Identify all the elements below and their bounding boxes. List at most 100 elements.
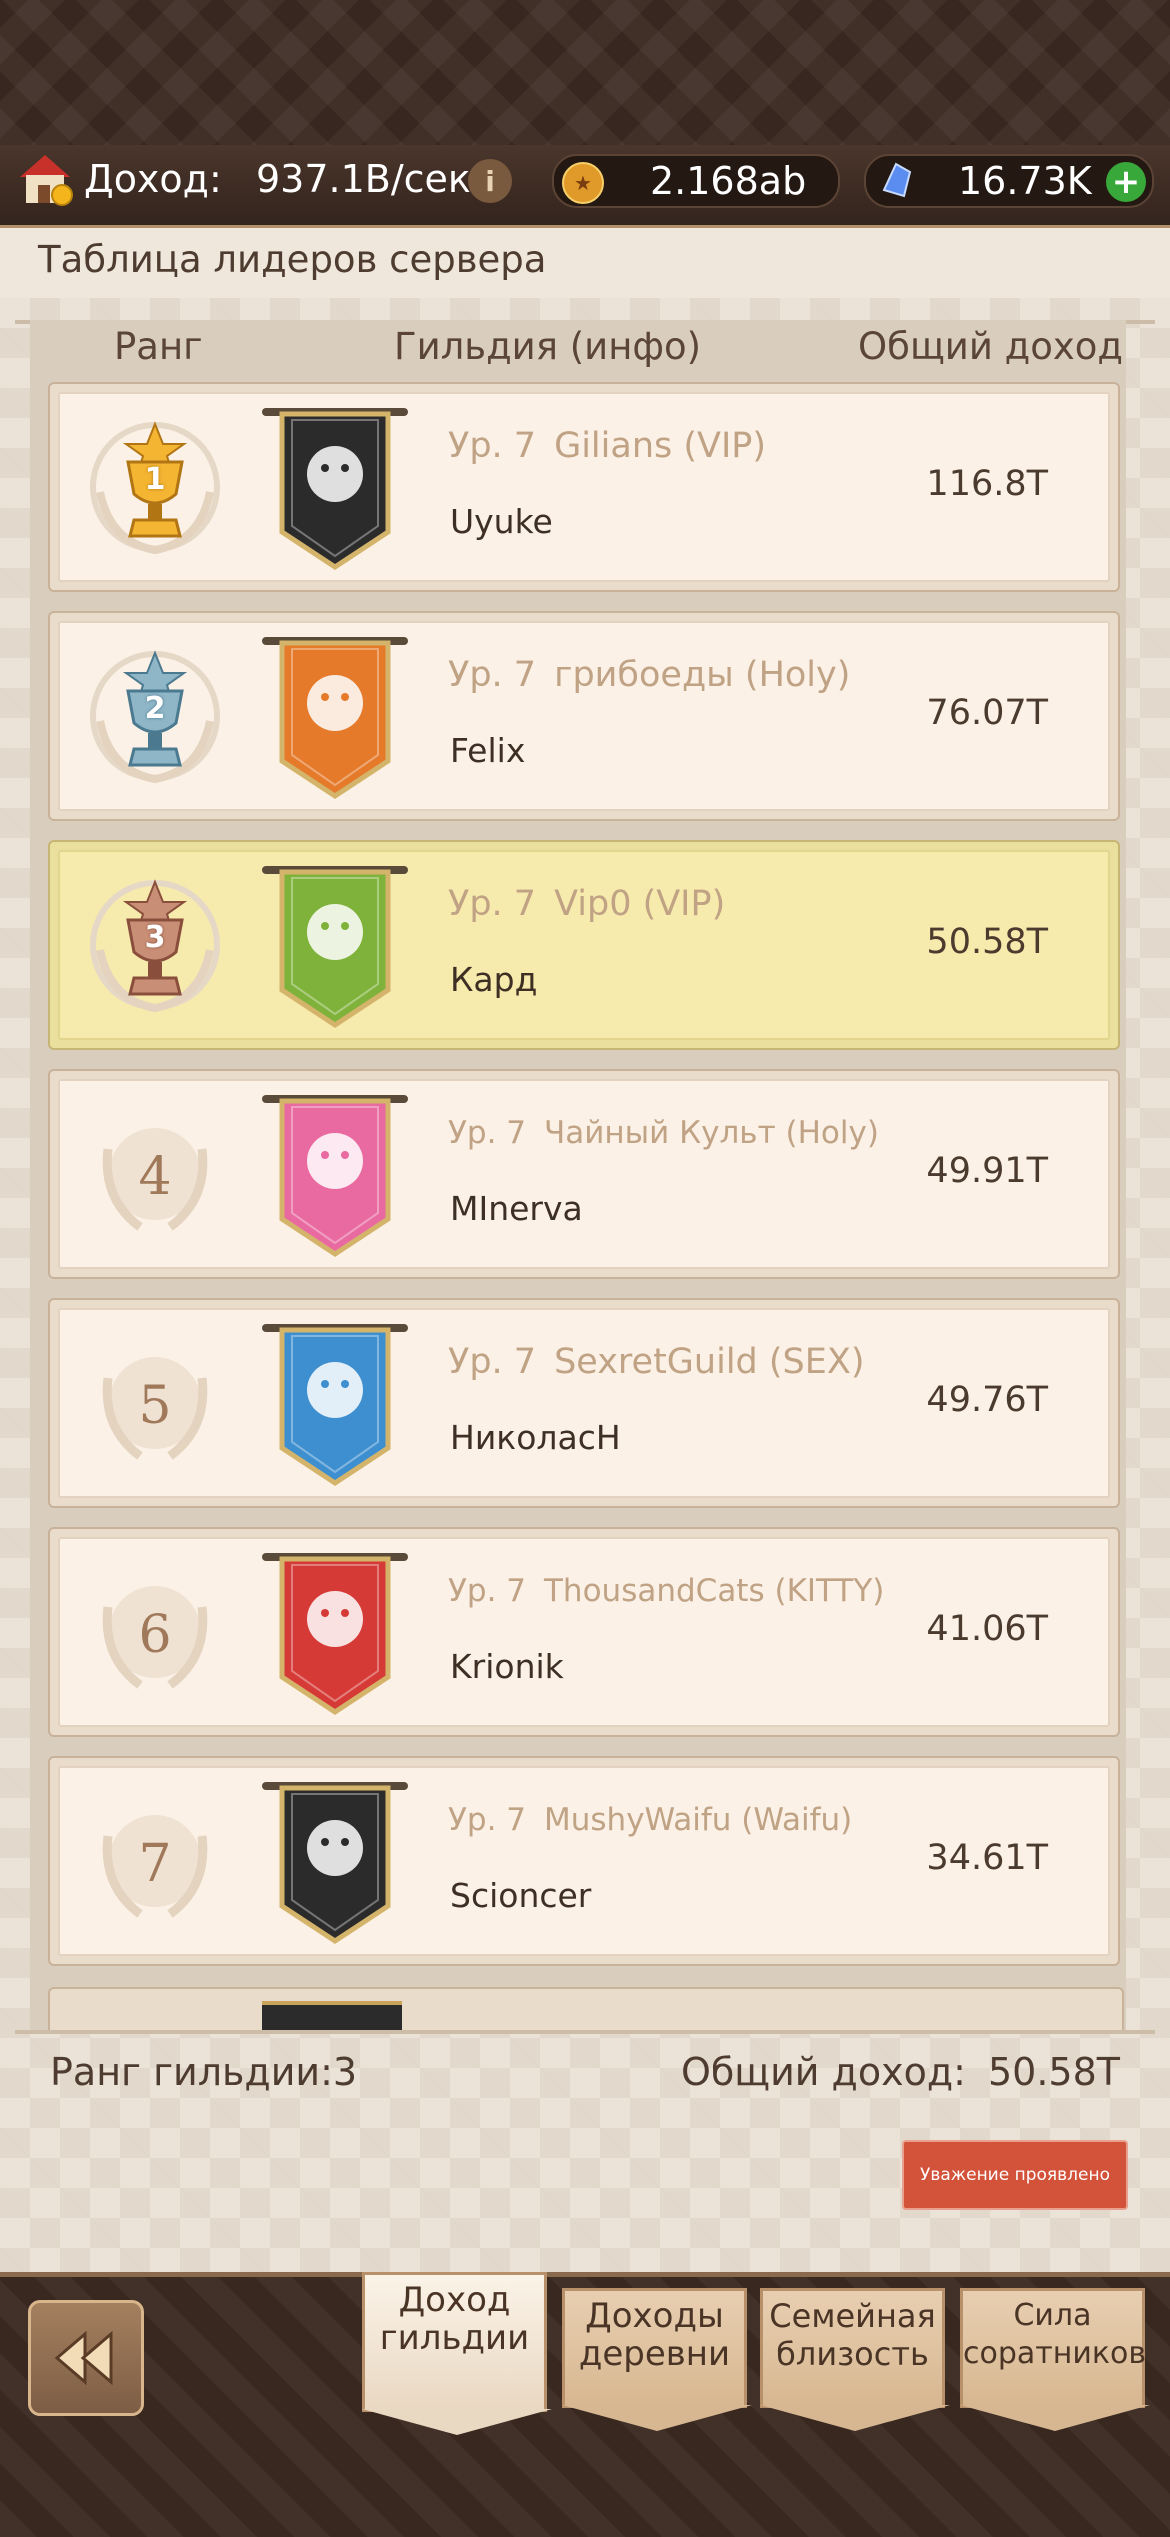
- guild-level: Ур. 7: [448, 1115, 526, 1151]
- trophy-icon: 3: [80, 870, 230, 1020]
- top-background: [0, 0, 1170, 145]
- trophy-icon: 1: [80, 412, 230, 562]
- guild-name[interactable]: Ур. 7 Vip0 (VIP): [448, 884, 725, 924]
- guild-name[interactable]: Ур. 7 SexretGuild (SEX): [448, 1342, 865, 1382]
- partial-row: [48, 1987, 1124, 2030]
- guild-leader: Krionik: [450, 1647, 564, 1686]
- guild-leader: Scioncer: [450, 1876, 592, 1915]
- guild-income: 49.91T: [926, 1151, 1048, 1191]
- laurel-icon: 7: [80, 1786, 230, 1936]
- rank-number: 3: [144, 920, 166, 955]
- guild-name[interactable]: Ур. 7 MushyWaifu (Waifu): [448, 1802, 852, 1838]
- add-gems-icon[interactable]: +: [1106, 162, 1146, 202]
- guild-banner-icon[interactable]: [260, 860, 410, 1030]
- tab-line2: близость: [776, 2335, 929, 2373]
- guild-banner-icon[interactable]: [260, 1318, 410, 1488]
- tab-line2: гильдии: [379, 2318, 530, 2358]
- guild-leader: НиколасН: [450, 1418, 621, 1457]
- laurel-icon: 6: [80, 1557, 230, 1707]
- guild-income: 50.58T: [926, 922, 1048, 962]
- guild-title: SexretGuild (SEX): [554, 1342, 865, 1382]
- respect-button[interactable]: Уважение проявлено: [902, 2140, 1128, 2210]
- rank-number: 4: [138, 1147, 172, 1207]
- guild-title: Vip0 (VIP): [554, 884, 726, 924]
- back-button[interactable]: [28, 2300, 144, 2416]
- tab-line1: Семейная: [769, 2297, 936, 2335]
- guild-title: Gilians (VIP): [554, 426, 767, 466]
- leaderboard-row-highlighted[interactable]: 3 Ур. 7 Vip0 (VIP) Кард 50.58T: [48, 840, 1120, 1050]
- trophy-icon: 2: [80, 641, 230, 791]
- guild-banner-icon[interactable]: [260, 1776, 410, 1946]
- resource-bar: Доход: 937.1B/сек i ★ 2.168ab 16.73K +: [0, 145, 1170, 229]
- tab-comrades-power[interactable]: Сила соратников: [960, 2288, 1150, 2431]
- guild-name[interactable]: Ур. 7 Чайный Культ (Holy): [448, 1115, 879, 1151]
- guild-banner-icon[interactable]: [260, 402, 410, 572]
- guild-income: 116.8T: [926, 464, 1048, 504]
- header-guild: Гильдия (инфо): [394, 325, 702, 368]
- tab-family-closeness[interactable]: Семейная близость: [760, 2288, 950, 2431]
- leaderboard-row[interactable]: 2 Ур. 7 грибоеды (Holy) Felix 76.07T: [48, 611, 1120, 821]
- guild-level: Ур. 7: [448, 1573, 526, 1609]
- guild-level: Ур. 7: [448, 1802, 526, 1838]
- guild-title: ThousandCats (KITTY): [544, 1573, 885, 1609]
- guild-income: 34.61T: [926, 1838, 1048, 1878]
- tab-line1: Сила: [1013, 2298, 1092, 2333]
- leaderboard-row[interactable]: 4 Ур. 7 Чайный Культ (Holy) MInerva 49.91T: [48, 1069, 1120, 1279]
- guild-banner-icon[interactable]: [260, 1089, 410, 1259]
- rank-number: 6: [138, 1605, 172, 1665]
- tab-village-income[interactable]: Доходы деревни: [562, 2288, 752, 2431]
- guild-level: Ур. 7: [448, 426, 537, 466]
- guild-income: 49.76T: [926, 1380, 1048, 1420]
- guild-leader: Uyuke: [450, 502, 553, 541]
- rank-number: 2: [144, 691, 166, 726]
- coin-icon: ★: [562, 162, 604, 204]
- gem-icon: [876, 160, 916, 200]
- header-rank: Ранг: [114, 325, 203, 368]
- guild-leader: Кард: [450, 960, 538, 999]
- guild-leader: MInerva: [450, 1189, 583, 1228]
- guild-title: грибоеды (Holy): [554, 655, 851, 695]
- total-income: Общий доход: 50.58T: [681, 2050, 1120, 2094]
- tab-line1: Доходы: [585, 2296, 724, 2336]
- total-income-label: Общий доход:: [680, 2050, 966, 2094]
- leaderboard-row[interactable]: 6 Ур. 7 ThousandCats (KITTY) Krionik 41.06T: [48, 1527, 1120, 1737]
- guild-name[interactable]: Ур. 7 Gilians (VIP): [448, 426, 766, 466]
- back-arrow-icon: [54, 2330, 113, 2386]
- tab-guild-income[interactable]: Доход гильдии: [362, 2272, 552, 2435]
- tab-line2: деревни: [578, 2334, 731, 2374]
- coins-pill[interactable]: ★ 2.168ab: [552, 154, 840, 208]
- gems-value: 16.73K: [958, 159, 1092, 203]
- bottom-divider: [15, 2030, 1155, 2034]
- guild-level: Ур. 7: [448, 655, 537, 695]
- page-title: Таблица лидеров сервера: [38, 238, 547, 281]
- leaderboard-row[interactable]: 1 Ур. 7 Gilians (VIP) Uyuke 116.8T: [48, 382, 1120, 592]
- rank-number: 7: [138, 1834, 172, 1894]
- laurel-icon: 5: [80, 1328, 230, 1478]
- income-value: 937.1B/сек: [256, 157, 471, 201]
- total-income-value: 50.58T: [988, 2050, 1120, 2094]
- rank-number: 1: [144, 462, 166, 497]
- info-icon[interactable]: i: [468, 159, 512, 203]
- guild-title: Чайный Культ (Holy): [544, 1115, 879, 1151]
- income-label: Доход:: [84, 157, 222, 201]
- guild-level: Ур. 7: [448, 884, 537, 924]
- guild-leader: Felix: [450, 731, 526, 770]
- rank-number: 5: [138, 1376, 172, 1436]
- leaderboard-row[interactable]: 5 Ур. 7 SexretGuild (SEX) НиколасН 49.76T: [48, 1298, 1120, 1508]
- guild-title: MushyWaifu (Waifu): [544, 1802, 853, 1838]
- house-icon[interactable]: [14, 151, 76, 209]
- leaderboard-row[interactable]: 7 Ур. 7 MushyWaifu (Waifu) Scioncer 34.61T: [48, 1756, 1120, 1966]
- gems-pill[interactable]: 16.73K +: [864, 154, 1154, 208]
- header-income: Общий доход: [858, 325, 1123, 368]
- guild-rank: Ранг гильдии:3: [50, 2050, 358, 2094]
- tab-line2: соратников: [963, 2336, 1147, 2371]
- partial-banner-icon: [262, 2001, 402, 2030]
- tab-line1: Доход: [398, 2280, 511, 2320]
- coins-value: 2.168ab: [650, 159, 807, 203]
- guild-income: 41.06T: [926, 1609, 1048, 1649]
- guild-banner-icon[interactable]: [260, 631, 410, 801]
- guild-banner-icon[interactable]: [260, 1547, 410, 1717]
- guild-level: Ур. 7: [448, 1342, 537, 1382]
- guild-name[interactable]: Ур. 7 грибоеды (Holy): [448, 655, 850, 695]
- guild-name[interactable]: Ур. 7 ThousandCats (KITTY): [448, 1573, 884, 1609]
